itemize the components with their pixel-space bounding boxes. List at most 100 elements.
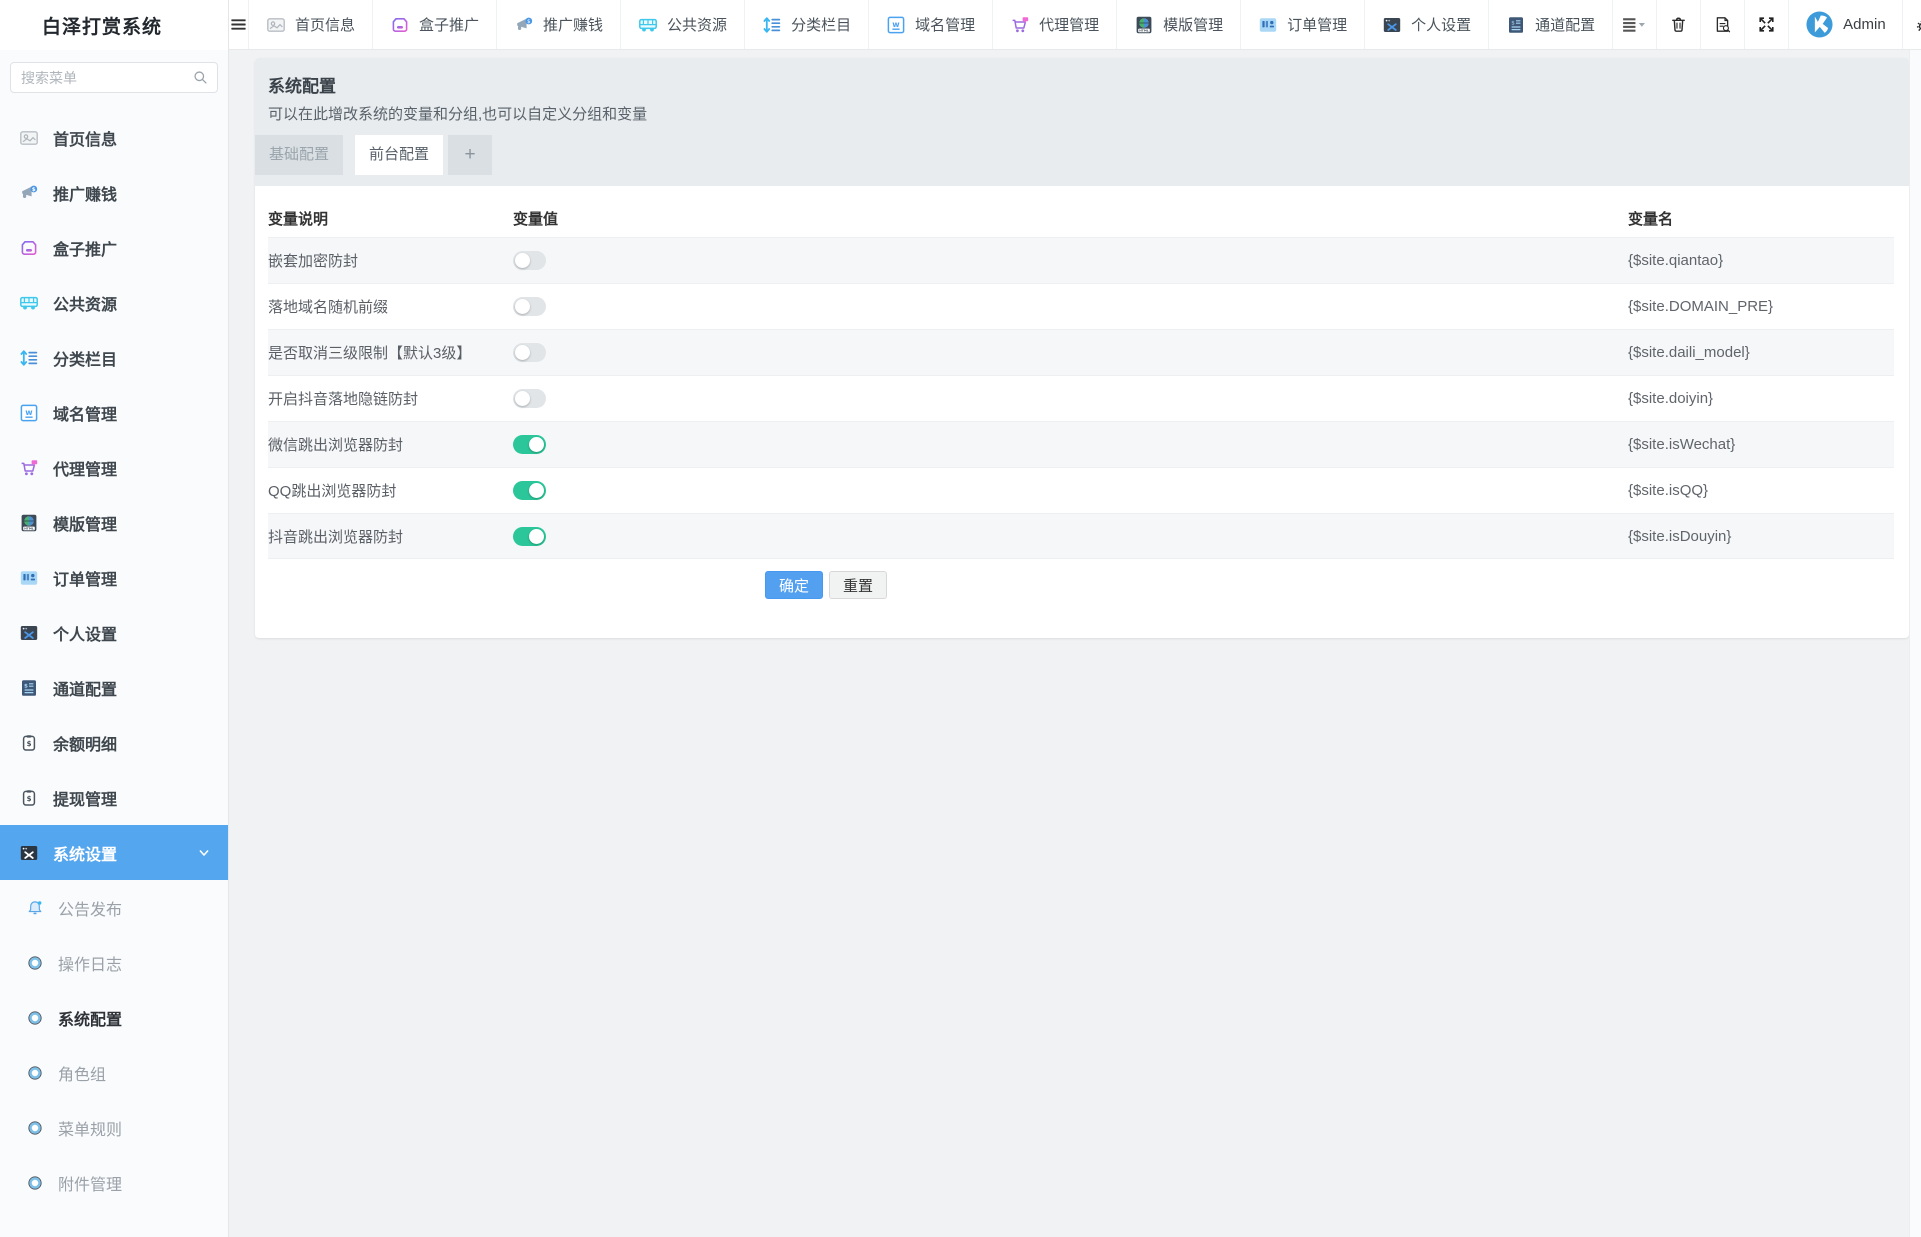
sort-icon (762, 15, 782, 35)
table-row: 微信跳出浏览器防封 {$site.isWechat} (268, 421, 1894, 467)
sidebar-item-domains[interactable]: 域名管理 (0, 385, 228, 440)
sidebar-item-personal-settings[interactable]: 个人设置 (0, 605, 228, 660)
column-header-description: 变量说明 (268, 211, 329, 228)
sidebar-item-templates[interactable]: 模版管理 (0, 495, 228, 550)
variable-name: {$site.doiyin} (1628, 390, 1714, 407)
sidebar-item-label: 推广赚钱 (53, 186, 118, 204)
sidebar-item-label: 角色组 (58, 1066, 107, 1084)
topnav-tab-label: 模版管理 (1163, 17, 1224, 34)
toggle-switch[interactable] (513, 251, 546, 270)
sidebar-item-home-info[interactable]: 首页信息 (0, 110, 228, 165)
ring-icon (26, 1064, 44, 1082)
setting-label: 落地域名随机前缀 (268, 299, 389, 316)
topnav-tab-agents[interactable]: 代理管理 (992, 0, 1116, 49)
ring-icon (26, 954, 44, 972)
toggle-switch[interactable] (513, 297, 546, 316)
variable-name: {$site.isWechat} (1628, 436, 1736, 453)
topnav-tab-public-resources[interactable]: 公共资源 (620, 0, 744, 49)
order-panel-icon (19, 568, 39, 588)
sidebar-subitem-menu-rules[interactable]: 菜单规则 (0, 1100, 228, 1155)
sidebar-subitem-announcements[interactable]: 公告发布 (0, 880, 228, 935)
document-search-icon (1713, 15, 1732, 34)
sidebar-item-promo-earn[interactable]: 推广赚钱 (0, 165, 228, 220)
tab-basic-config[interactable]: 基础配置 (255, 135, 344, 175)
truck-icon (638, 15, 658, 35)
page-subtitle: 可以在此增改系统的变量和分组,也可以自定义分组和变量 (268, 106, 648, 123)
sidebar-item-label: 盒子推广 (53, 241, 118, 259)
sidebar-item-label: 系统配置 (58, 1011, 123, 1029)
sidebar-item-orders[interactable]: 订单管理 (0, 550, 228, 605)
box-icon (390, 15, 410, 35)
column-header-value: 变量值 (513, 211, 559, 228)
topnav-tab-box-promo[interactable]: 盒子推广 (372, 0, 496, 49)
ring-icon (26, 1174, 44, 1192)
sidebar-item-label: 代理管理 (53, 461, 118, 479)
toggle-switch[interactable] (513, 435, 546, 454)
sidebar-toggle-button[interactable] (229, 0, 248, 49)
toggle-switch[interactable] (513, 481, 546, 500)
topbar-tools: Admin (1612, 0, 1921, 49)
tab-list-dropdown-button[interactable] (1612, 0, 1656, 49)
fullscreen-button[interactable] (1744, 0, 1788, 49)
sidebar-item-categories[interactable]: 分类栏目 (0, 330, 228, 385)
topnav-tab-personal-settings[interactable]: 个人设置 (1364, 0, 1488, 49)
search-input[interactable] (10, 62, 218, 93)
sidebar-item-label: 余额明细 (53, 736, 118, 754)
setting-label: 嵌套加密防封 (268, 253, 359, 270)
settings-button[interactable] (1901, 0, 1921, 49)
topnav-tab-orders[interactable]: 订单管理 (1240, 0, 1364, 49)
menu-search (10, 62, 218, 93)
sidebar-item-withdraw[interactable]: 提现管理 (0, 770, 228, 825)
tab-add-group[interactable]: + (448, 135, 493, 175)
scrollbar[interactable] (1909, 50, 1921, 1237)
panel-body: 变量说明 变量值 变量名 嵌套加密防封 {$site.qiantao} 落地域名… (255, 186, 1909, 599)
clear-cache-button[interactable] (1656, 0, 1700, 49)
form-actions: 确定 重置 (765, 571, 1894, 599)
topnav-tab-categories[interactable]: 分类栏目 (744, 0, 868, 49)
view-logs-button[interactable] (1700, 0, 1744, 49)
order-panel-icon (1258, 15, 1278, 35)
sidebar-subitem-operation-logs[interactable]: 操作日志 (0, 935, 228, 990)
sidebar-item-box-promo[interactable]: 盒子推广 (0, 220, 228, 275)
sidebar-subitem-role-groups[interactable]: 角色组 (0, 1045, 228, 1100)
panel-header: 系统配置 可以在此增改系统的变量和分组,也可以自定义分组和变量 基础配置 前台配… (255, 58, 1909, 186)
topnav-tab-label: 域名管理 (915, 17, 976, 34)
topnav-tab-domains[interactable]: 域名管理 (868, 0, 992, 49)
variable-name: {$site.DOMAIN_PRE} (1628, 298, 1774, 315)
setting-label: 抖音跳出浏览器防封 (268, 528, 404, 546)
avatar (1805, 10, 1834, 39)
reset-button[interactable]: 重置 (829, 571, 888, 599)
sidebar-item-public-resources[interactable]: 公共资源 (0, 275, 228, 330)
sidebar-subitem-attachments[interactable]: 附件管理 (0, 1155, 228, 1210)
sidebar-item-agents[interactable]: 代理管理 (0, 440, 228, 495)
sidebar-item-balance-detail[interactable]: 余额明细 (0, 715, 228, 770)
box-icon (19, 238, 39, 258)
sidebar-item-channel-config[interactable]: 通道配置 (0, 660, 228, 715)
wallet-icon (19, 733, 39, 753)
domain-icon (886, 15, 906, 35)
sidebar-item-system-settings[interactable]: 系统设置 (0, 825, 228, 880)
search-icon (192, 69, 209, 86)
trash-icon (1669, 15, 1688, 34)
dollar-doc-icon (1506, 15, 1526, 35)
app-window: 白泽打赏系统 首页信息 推广赚钱 盒子推广 公共资源 分类栏目 域名管理 代理管… (0, 0, 1921, 1237)
user-menu[interactable]: Admin (1788, 0, 1902, 49)
sidebar-item-label: 公告发布 (58, 901, 123, 919)
confirm-button[interactable]: 确定 (765, 571, 824, 599)
toggle-switch[interactable] (513, 389, 546, 408)
gears-icon (1915, 15, 1921, 34)
toggle-switch[interactable] (513, 343, 546, 362)
ring-icon (26, 1119, 44, 1137)
toggle-switch[interactable] (513, 526, 546, 546)
fullscreen-icon (1757, 15, 1776, 34)
topnav-tab-templates[interactable]: 模版管理 (1116, 0, 1240, 49)
topnav-tab-channel-config[interactable]: 通道配置 (1488, 0, 1612, 49)
topnav-tab-label: 个人设置 (1411, 17, 1472, 34)
tab-frontend-config[interactable]: 前台配置 (355, 135, 444, 175)
tools-window-icon (19, 623, 39, 643)
setting-label: QQ跳出浏览器防封 (268, 483, 397, 500)
topnav-tab-home-info[interactable]: 首页信息 (248, 0, 372, 49)
sidebar-subitem-system-config[interactable]: 系统配置 (0, 990, 228, 1045)
topnav-tab-promo-earn[interactable]: 推广赚钱 (496, 0, 620, 49)
system-config-panel: 系统配置 可以在此增改系统的变量和分组,也可以自定义分组和变量 基础配置 前台配… (255, 58, 1909, 638)
